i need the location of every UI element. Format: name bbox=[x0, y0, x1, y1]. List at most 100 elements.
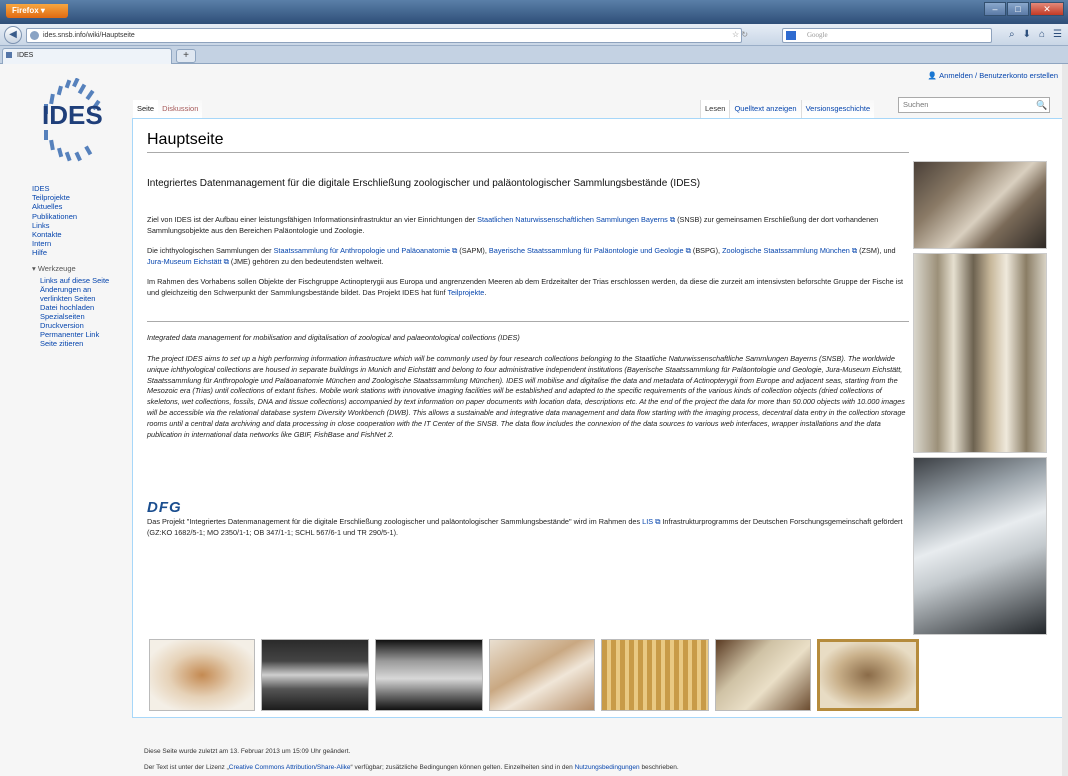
new-tab-button[interactable]: + bbox=[176, 49, 196, 63]
browser-tab-title: IDES bbox=[17, 52, 34, 59]
sidebar-item-hilfe[interactable]: Hilfe bbox=[32, 248, 124, 257]
sidebar-item-aktuelles[interactable]: Aktuelles bbox=[32, 202, 124, 211]
paragraph-en: The project IDES aims to set up a high p… bbox=[147, 354, 906, 439]
tool-recentchangeslinked[interactable]: Änderungen an verlinkten Seiten bbox=[40, 285, 124, 303]
firefox-menu-label: Firefox bbox=[12, 6, 39, 15]
tool-print[interactable]: Druckversion bbox=[40, 321, 124, 330]
search-icon[interactable]: ⌕ bbox=[1009, 29, 1015, 40]
text-span: . bbox=[484, 287, 487, 297]
tool-upload[interactable]: Datei hochladen bbox=[40, 303, 124, 312]
sidebar-item-intern[interactable]: Intern bbox=[32, 239, 124, 248]
text-span: (JME) gehören zu den bedeutendsten weltw… bbox=[228, 256, 384, 266]
paragraph-de-3: Im Rahmen des Vorhabens sollen Objekte d… bbox=[147, 277, 911, 299]
photo-imaging-workstation[interactable] bbox=[913, 457, 1047, 635]
link-jme[interactable]: Jura-Museum Eichstätt bbox=[147, 257, 222, 266]
browser-tab-ides[interactable]: IDES bbox=[2, 48, 172, 64]
tool-permalink[interactable]: Permanenter Link bbox=[40, 330, 124, 339]
link-zsm[interactable]: Zoologische Staatssammlung München bbox=[722, 246, 850, 255]
tab-page[interactable]: Seite bbox=[133, 100, 159, 118]
search-engine-icon[interactable] bbox=[786, 31, 796, 40]
tab-discussion[interactable]: Diskussion bbox=[158, 100, 203, 118]
gallery-thumb-framed-fossil[interactable] bbox=[817, 639, 919, 711]
english-heading: Integrated data management for mobilisat… bbox=[147, 333, 520, 342]
link-lis[interactable]: LIS bbox=[642, 517, 653, 526]
photo-specimen-jars[interactable] bbox=[913, 253, 1047, 453]
external-link-icon: ⧉ bbox=[667, 215, 676, 224]
menu-icon[interactable]: ☰ bbox=[1053, 29, 1062, 40]
window-controls: – □ ✕ bbox=[984, 2, 1064, 16]
back-button[interactable]: ◀ bbox=[4, 26, 22, 44]
tab-view-source[interactable]: Quelltext anzeigen bbox=[729, 100, 801, 118]
sidebar-item-ides[interactable]: IDES bbox=[32, 184, 124, 193]
tool-whatlinkshere[interactable]: Links auf diese Seite bbox=[40, 276, 124, 285]
paragraph-dfg: Das Projekt "Integriertes Datenmanagemen… bbox=[147, 517, 911, 539]
tools-heading[interactable]: ▾ Werkzeuge bbox=[32, 264, 124, 274]
user-icon: 👤 bbox=[927, 71, 938, 80]
gallery-thumb-fish-skeleton[interactable] bbox=[149, 639, 255, 711]
firefox-menu-button[interactable]: Firefox ▾ bbox=[6, 4, 68, 18]
sidebar-item-publikationen[interactable]: Publikationen bbox=[32, 212, 124, 221]
maximize-button[interactable]: □ bbox=[1007, 2, 1029, 16]
toolbar-icons: ⌕ ⬇ ⌂ ☰ bbox=[1009, 29, 1062, 40]
ides-logo-text[interactable]: IDES bbox=[42, 100, 103, 131]
reload-icon[interactable]: ↻ bbox=[741, 30, 748, 39]
page-title: Hauptseite bbox=[147, 131, 224, 148]
gallery-thumb-jar-shelves[interactable] bbox=[601, 639, 709, 711]
tab-read[interactable]: Lesen bbox=[700, 100, 730, 118]
navigation-toolbar: ◀ ides.snsb.info/wiki/Hauptseite ☆ ↻ Goo… bbox=[0, 24, 1068, 46]
download-icon[interactable]: ⬇ bbox=[1023, 29, 1031, 40]
search-icon[interactable]: 🔍 bbox=[1036, 100, 1047, 111]
bookmark-star-icon[interactable]: ☆ bbox=[732, 30, 739, 39]
link-sapm[interactable]: Staatssammlung für Anthropologie und Pal… bbox=[274, 246, 450, 255]
triangle-down-icon: ▾ bbox=[32, 263, 36, 273]
url-bar[interactable]: ides.snsb.info/wiki/Hauptseite bbox=[26, 28, 742, 43]
tab-history[interactable]: Versionsgeschichte bbox=[800, 100, 875, 118]
tool-specialpages[interactable]: Spezialseiten bbox=[40, 312, 124, 321]
login-link[interactable]: Anmelden / Benutzerkonto erstellen bbox=[939, 71, 1058, 80]
link-teilprojekte[interactable]: Teilprojekte bbox=[447, 288, 484, 297]
minimize-button[interactable]: – bbox=[984, 2, 1006, 16]
wiki-search-input[interactable]: Suchen bbox=[898, 97, 1050, 113]
link-snsb[interactable]: Staatlichen Naturwissenschaftlichen Samm… bbox=[477, 215, 668, 224]
section-divider bbox=[147, 321, 909, 322]
namespace-tabs: Seite Diskussion bbox=[133, 100, 203, 118]
site-identity-icon[interactable] bbox=[30, 31, 39, 40]
link-bspg[interactable]: Bayerische Staatssammlung für Paläontolo… bbox=[489, 246, 684, 255]
text-span: (BSPG), bbox=[690, 246, 723, 255]
photo-fossil-slab[interactable] bbox=[913, 161, 1047, 249]
tool-cite[interactable]: Seite zitieren bbox=[40, 339, 124, 348]
paragraph-de-1: Ziel von IDES ist der Aufbau einer leist… bbox=[147, 215, 911, 237]
text-span: Ziel von IDES ist der Aufbau einer leist… bbox=[147, 215, 478, 224]
external-link-icon: ⧉ bbox=[683, 246, 691, 255]
terms-link[interactable]: Nutzungsbedingungen bbox=[575, 764, 640, 771]
text-span: (ZSM), und bbox=[857, 246, 896, 255]
intro-heading: Integriertes Datenmanagement für die dig… bbox=[147, 178, 701, 189]
footer-license: Der Text ist unter der Lizenz „Creative … bbox=[144, 760, 679, 776]
license-link[interactable]: Creative Commons Attribution/Share-Alike bbox=[229, 764, 351, 771]
page-scrollbar[interactable] bbox=[1062, 64, 1068, 776]
sidebar-item-links[interactable]: Links bbox=[32, 221, 124, 230]
sidebar-item-teilprojekte[interactable]: Teilprojekte bbox=[32, 193, 124, 202]
sidebar-navigation: IDES Teilprojekte Aktuelles Publikatione… bbox=[32, 184, 124, 258]
text-span: Der Text ist unter der Lizenz „ bbox=[144, 764, 229, 771]
view-tabs: Lesen Quelltext anzeigen Versionsgeschic… bbox=[700, 100, 875, 118]
external-link-icon: ⧉ bbox=[849, 246, 858, 255]
text-span: “ verfügbar; zusätzliche Bedingungen kön… bbox=[350, 764, 575, 771]
dfg-logo: DFG bbox=[147, 499, 182, 516]
url-text: ides.snsb.info/wiki/Hauptseite bbox=[43, 32, 135, 39]
paragraph-de-2: Die ichthyologischen Sammlungen der Staa… bbox=[147, 246, 911, 268]
text-span: beschrieben. bbox=[639, 764, 679, 771]
gallery-thumb-bone-samples[interactable] bbox=[375, 639, 483, 711]
sidebar-item-kontakte[interactable]: Kontakte bbox=[32, 230, 124, 239]
text-span: Das Projekt "Integriertes Datenmanagemen… bbox=[147, 517, 643, 526]
text-span: Die ichthyologischen Sammlungen der bbox=[147, 246, 274, 255]
url-bar-actions: ☆ ↻ bbox=[732, 30, 748, 39]
gallery-thumb-specimen-scan[interactable] bbox=[261, 639, 369, 711]
browser-search-input[interactable]: Google bbox=[782, 28, 992, 43]
home-icon[interactable]: ⌂ bbox=[1039, 29, 1045, 40]
content-area: Hauptseite Integriertes Datenmanagement … bbox=[132, 118, 1068, 718]
close-window-button[interactable]: ✕ bbox=[1030, 2, 1064, 16]
gallery-thumb-fossil-fish[interactable] bbox=[489, 639, 595, 711]
web-page: IDES 👤 Anmelden / Benutzerkonto erstellen… bbox=[0, 64, 1068, 776]
gallery-thumb-display-case[interactable] bbox=[715, 639, 811, 711]
